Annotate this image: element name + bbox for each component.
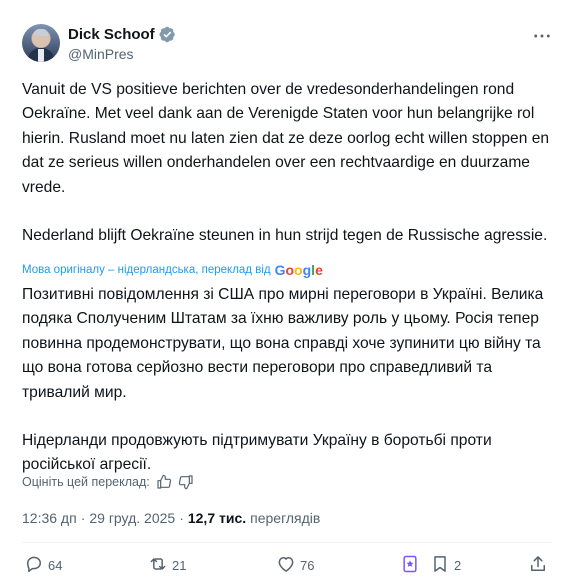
rate-translation-row: Оцініть цей переклад: [22,474,194,490]
google-logo: Google [274,262,323,278]
author-name[interactable]: Dick Schoof [68,26,155,43]
translated-paragraph-2: Нідерланди продовжують підтримувати Укра… [22,432,492,474]
action-bar: 64 21 76 2 [22,553,552,579]
translated-text: Позитивні повідомлення зі США про мирні … [22,283,557,478]
author-name-row: Dick Schoof [68,26,176,43]
tweet-text: Vanuit de VS positieve berichten over de… [22,78,554,248]
share-button[interactable] [528,553,548,577]
share-icon [528,554,548,577]
bookmark-icon [430,554,450,577]
views-label: переглядів [250,510,321,526]
tweet-paragraph-2: Nederland blijft Oekraïne steunen in hun… [22,227,548,245]
bookmark-count: 2 [454,557,462,573]
verified-badge-icon[interactable] [159,26,176,43]
thumbs-down-icon[interactable] [178,474,194,490]
reply-button[interactable]: 64 [24,553,62,577]
bookmark-button[interactable]: 2 [430,553,461,577]
thumbs-up-icon[interactable] [156,474,172,490]
translation-note-text: Мова оригіналу – нідерландська, переклад… [22,264,271,276]
repost-count: 21 [172,557,187,573]
tweet-time[interactable]: 12:36 дп [22,510,77,526]
reply-icon [24,554,44,577]
views-count: 12,7 тис. [187,510,247,526]
premium-icon [400,554,420,577]
translated-paragraph-1: Позитивні повідомлення зі США про мирні … [22,286,544,401]
tweet-paragraph-1: Vanuit de VS positieve berichten over de… [22,81,550,196]
tweet-header: Dick Schoof @MinPres [22,24,552,70]
rate-translation-label: Оцініть цей переклад: [22,475,150,489]
like-button[interactable]: 76 [276,553,314,577]
author-handle[interactable]: @MinPres [68,46,134,62]
reply-count: 64 [48,557,63,573]
repost-button[interactable]: 21 [148,553,186,577]
translation-note[interactable]: Мова оригіналу – нідерландська, переклад… [22,262,323,278]
like-icon [276,554,296,577]
tweet-meta: 12:36 дп · 29 груд. 2025 · 12,7 тис. пер… [22,510,320,526]
meta-separator: · [179,510,184,526]
premium-button[interactable] [400,553,420,577]
repost-icon [148,554,168,577]
tweet-date[interactable]: 29 груд. 2025 [89,510,175,526]
more-icon[interactable] [532,28,552,44]
avatar[interactable] [22,24,60,62]
divider [22,542,552,543]
like-count: 76 [300,557,315,573]
tweet-card: Dick Schoof @MinPres Vanuit de VS positi… [0,0,574,588]
meta-separator: · [80,510,86,526]
